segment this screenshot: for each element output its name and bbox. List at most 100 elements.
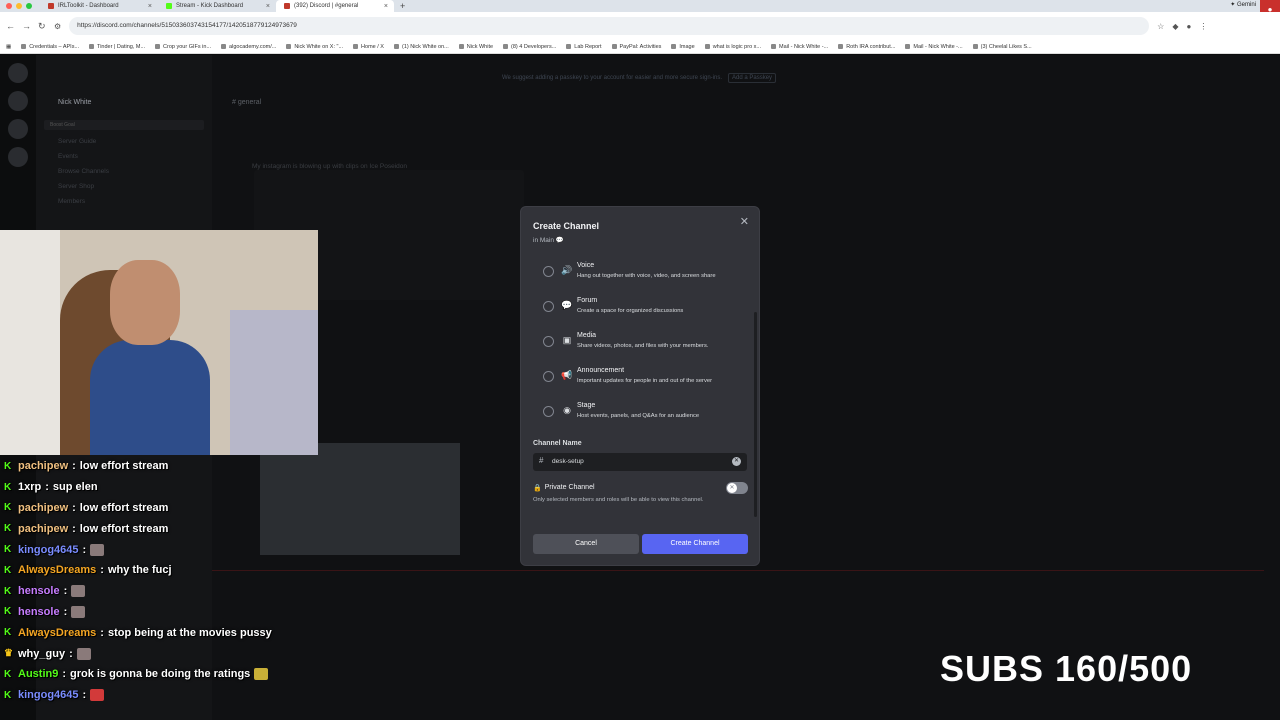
chat-separator: : xyxy=(45,481,49,494)
bookmark-item[interactable]: (8) 4 Developers... xyxy=(503,44,556,50)
passkey-notice: We suggest adding a passkey to your acco… xyxy=(502,73,777,83)
bookmark-label: what is logic pro x... xyxy=(712,43,761,50)
server-name[interactable]: Nick White xyxy=(36,55,212,106)
cancel-button[interactable]: Cancel xyxy=(533,534,639,554)
bookmark-item[interactable]: Tinder | Dating, M... xyxy=(89,44,145,50)
nav-browse-channels[interactable]: Browse Channels xyxy=(36,160,212,175)
close-icon[interactable]: ✕ xyxy=(740,215,749,228)
chat-separator: : xyxy=(63,605,68,618)
channel-name-label: Channel Name xyxy=(533,440,582,447)
boost-goal-bar[interactable]: Boost Goal xyxy=(44,120,204,130)
bookmark-label: Image xyxy=(679,43,695,50)
close-tab-icon[interactable]: × xyxy=(266,3,270,10)
bookmark-item[interactable]: Home / X xyxy=(353,44,384,50)
channel-name-value[interactable]: desk-setup xyxy=(552,458,584,465)
radio-button[interactable] xyxy=(543,336,554,347)
bookmark-item[interactable]: Nick White on X: "... xyxy=(286,44,343,50)
apps-grid-icon[interactable]: ▦ xyxy=(6,44,11,50)
tab-kick[interactable]: Stream - Kick Dashboard × xyxy=(158,0,276,12)
chat-line: Kpachipew: low effort stream xyxy=(0,456,320,477)
kick-badge-icon: K xyxy=(4,668,12,680)
radio-button[interactable] xyxy=(543,301,554,312)
server-icon[interactable] xyxy=(8,147,28,167)
channel-name-input[interactable]: # desk-setup ✕ xyxy=(533,453,747,471)
chat-line: ♛ why_guy: xyxy=(0,643,320,664)
forward-icon[interactable]: → xyxy=(22,21,31,31)
chat-bubble-icon: 💬 xyxy=(555,237,564,244)
gemini-label: Gemini xyxy=(1236,2,1256,8)
clear-input-icon[interactable]: ✕ xyxy=(732,457,741,466)
site-info-icon[interactable]: ⚙ xyxy=(54,22,61,31)
bookmark-item[interactable]: Mail - Nick White -... xyxy=(770,44,828,50)
chat-separator: : xyxy=(72,522,76,535)
bookmark-favicon-icon xyxy=(566,44,572,49)
private-channel-toggle[interactable]: ✕ xyxy=(726,482,748,494)
extension-icon[interactable]: ◆ xyxy=(1172,22,1178,31)
bookmark-item[interactable]: Nick White xyxy=(458,43,494,50)
close-tab-icon[interactable]: × xyxy=(148,3,152,10)
menu-dots-icon[interactable]: ⋮ xyxy=(1199,22,1207,31)
emote-icon xyxy=(90,543,105,556)
new-tab-button[interactable]: + xyxy=(394,1,405,11)
option-description: Share videos, photos, and files with you… xyxy=(577,343,709,349)
nav-members[interactable]: Members xyxy=(36,190,212,205)
profile-avatar-icon[interactable]: ● xyxy=(1187,22,1192,31)
server-icon[interactable] xyxy=(8,63,28,83)
channel-type-voice[interactable]: 🔊 Voice Hang out together with voice, vi… xyxy=(539,262,753,292)
bookmark-item[interactable]: Image xyxy=(671,43,695,50)
add-passkey-button[interactable]: Add a Passkey xyxy=(728,73,777,83)
channel-type-stage[interactable]: ◉ Stage Host events, panels, and Q&As fo… xyxy=(539,402,753,432)
minimize-window-button[interactable] xyxy=(16,3,22,9)
bookmark-item[interactable]: Crop your GIFs in... xyxy=(155,44,211,50)
bookmark-favicon-icon xyxy=(221,44,227,49)
bookmark-label: Mail - Nick White -... xyxy=(913,43,963,50)
close-window-button[interactable] xyxy=(6,3,12,9)
create-channel-button[interactable]: Create Channel xyxy=(642,534,748,554)
tab-title: Stream - Kick Dashboard xyxy=(176,3,244,9)
radio-button[interactable] xyxy=(543,371,554,382)
bookmark-item[interactable]: Lab Report xyxy=(566,44,602,50)
bookmark-item[interactable]: what is logic pro x... xyxy=(704,43,761,50)
url-input[interactable]: https://discord.com/channels/51503360374… xyxy=(69,17,1150,35)
bookmark-item[interactable]: Mail - Nick White -... xyxy=(905,43,963,50)
maximize-window-button[interactable] xyxy=(26,3,32,9)
channel-type-announcement[interactable]: 📢 Announcement Important updates for peo… xyxy=(539,367,753,397)
bookmark-item[interactable]: algocademy.com/... xyxy=(221,44,276,50)
server-icon[interactable] xyxy=(8,91,28,111)
nav-events[interactable]: Events xyxy=(36,145,212,160)
bookmark-star-icon[interactable]: ☆ xyxy=(1157,22,1164,31)
bookmark-favicon-icon xyxy=(89,44,95,49)
chat-username: 1xrp xyxy=(18,481,42,494)
option-name: Voice xyxy=(577,262,595,269)
option-description: Create a space for organized discussions xyxy=(577,308,684,314)
tab-irltoolkit[interactable]: IRLToolkit - Dashboard × xyxy=(40,0,158,12)
option-name: Forum xyxy=(577,297,598,304)
bookmark-item[interactable]: Roth IRA contribut... xyxy=(838,44,895,50)
bookmark-item[interactable]: PayPal: Activities xyxy=(611,44,661,50)
chat-separator: : xyxy=(63,585,68,598)
close-tab-icon[interactable]: × xyxy=(384,3,388,10)
bookmark-favicon-icon xyxy=(838,44,844,49)
bookmark-favicon-icon xyxy=(155,44,161,49)
server-icon[interactable] xyxy=(8,119,28,139)
channel-type-media[interactable]: ▣ Media Share videos, photos, and files … xyxy=(539,332,753,362)
back-icon[interactable]: ← xyxy=(6,21,15,31)
bookmark-favicon-icon xyxy=(671,44,677,49)
tab-discord[interactable]: (392) Discord | #general × xyxy=(276,0,394,12)
image-icon: ▣ xyxy=(562,335,572,345)
gemini-button[interactable]: ✦ Gemini xyxy=(1230,1,1256,8)
bookmark-favicon-icon xyxy=(905,44,911,49)
modal-scrollbar[interactable] xyxy=(754,312,757,517)
category-name: in Main xyxy=(533,237,554,244)
channel-type-forum[interactable]: 💬 Forum Create a space for organized dis… xyxy=(539,297,753,327)
nav-server-shop[interactable]: Server Shop xyxy=(36,175,212,190)
bookmark-item[interactable]: (3) Cheelal Likes S... xyxy=(972,44,1032,50)
nav-server-guide[interactable]: Server Guide xyxy=(36,130,212,145)
bookmark-item[interactable]: Credentials – APIs... xyxy=(21,44,79,50)
reload-icon[interactable]: ↻ xyxy=(38,21,46,32)
radio-button[interactable] xyxy=(543,266,554,277)
bookmark-label: Nick White xyxy=(466,43,494,50)
emote-icon xyxy=(71,585,86,598)
radio-button[interactable] xyxy=(543,406,554,417)
bookmark-item[interactable]: (1) Nick White on... xyxy=(393,44,449,50)
